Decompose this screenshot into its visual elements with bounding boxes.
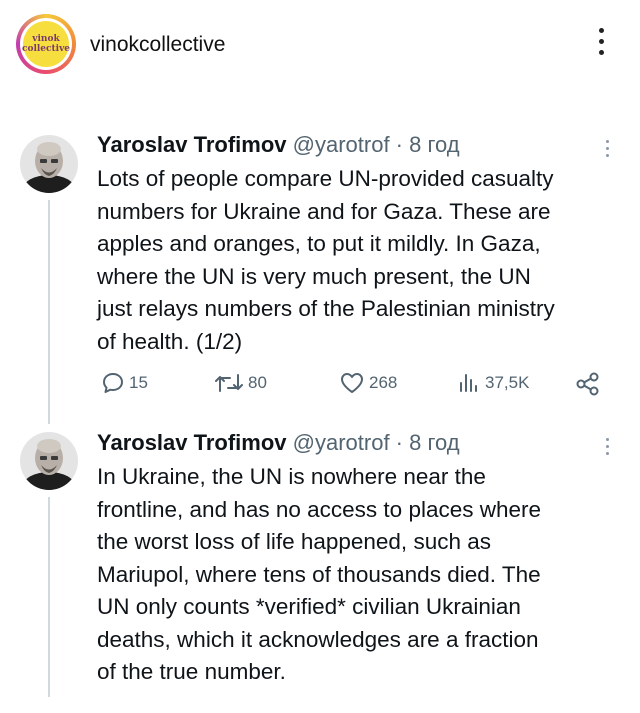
tweet-line: of the true number. <box>97 659 286 684</box>
retweet-count: 80 <box>248 373 267 392</box>
author-name[interactable]: Yaroslav Trofimov <box>97 132 287 157</box>
tweet-line: where the UN is very much present, the U… <box>97 263 531 289</box>
author-name[interactable]: Yaroslav Trofimov <box>97 430 287 455</box>
tweet-line: frontline, and has no access to places w… <box>97 496 542 522</box>
account-avatar[interactable]: vinok collective <box>16 14 76 74</box>
tweet-line: deaths, which it acknowledges are a frac… <box>97 626 539 652</box>
tweet-text: Lots of people compare UN-provided casua… <box>97 163 627 358</box>
heart-icon <box>341 373 363 393</box>
share-button[interactable] <box>575 371 601 397</box>
author-avatar[interactable] <box>20 135 78 193</box>
like-button[interactable]: 268 <box>339 371 397 395</box>
handle-time: @yarotrof · 8 год <box>292 132 460 157</box>
retweet-button[interactable]: 80 <box>214 371 267 395</box>
tweet-line: In Ukraine, the UN is nowhere near the <box>97 464 486 489</box>
tweet-line: of health. (1/2) <box>97 328 243 354</box>
analytics-icon <box>460 374 477 392</box>
tweet-line: the worst loss of life happened, such as <box>97 529 491 554</box>
tweet-line: just relays numbers of the Palestinian m… <box>97 296 555 321</box>
views-button[interactable]: 37,5K <box>457 371 529 395</box>
logo-text-line2: collective <box>21 44 71 54</box>
reply-count: 15 <box>129 373 148 392</box>
views-count: 37,5K <box>485 373 530 392</box>
reply-icon <box>103 373 123 393</box>
tweet-line: Mariupol, where tens of thousands died. … <box>97 561 541 587</box>
tweet-header: Yaroslav Trofimov @yarotrof · 8 год <box>97 430 460 456</box>
tweet-line: Lots of people compare UN-provided casua… <box>97 166 554 191</box>
share-icon <box>576 372 599 396</box>
handle-time: @yarotrof · 8 год <box>292 430 460 455</box>
tweet-actions: 15 80 268 37,5K <box>97 371 617 401</box>
thread-line <box>48 497 50 697</box>
tweet-text: In Ukraine, the UN is nowhere near the f… <box>97 461 627 689</box>
tweet-header: Yaroslav Trofimov @yarotrof · 8 год <box>97 132 460 158</box>
more-options-icon[interactable] <box>594 28 608 62</box>
tweet-line: numbers for Ukraine and for Gaza. These … <box>97 198 551 224</box>
tweet-line: UN only counts *verified* civilian Ukrai… <box>97 594 521 619</box>
reply-button[interactable]: 15 <box>101 371 148 395</box>
retweet-icon <box>215 374 243 392</box>
tweet-more-icon[interactable] <box>604 140 610 161</box>
author-avatar[interactable] <box>20 432 78 490</box>
like-count: 268 <box>369 373 398 392</box>
account-name[interactable]: vinokcollective <box>90 33 225 57</box>
post-header: vinok collective vinokcollective <box>0 0 640 90</box>
tweet-more-icon[interactable] <box>604 438 610 459</box>
tweet-line: apples and oranges, to put it mildly. In… <box>97 231 541 256</box>
logo-text-line1: vinok <box>32 34 60 44</box>
thread-line <box>48 200 50 424</box>
